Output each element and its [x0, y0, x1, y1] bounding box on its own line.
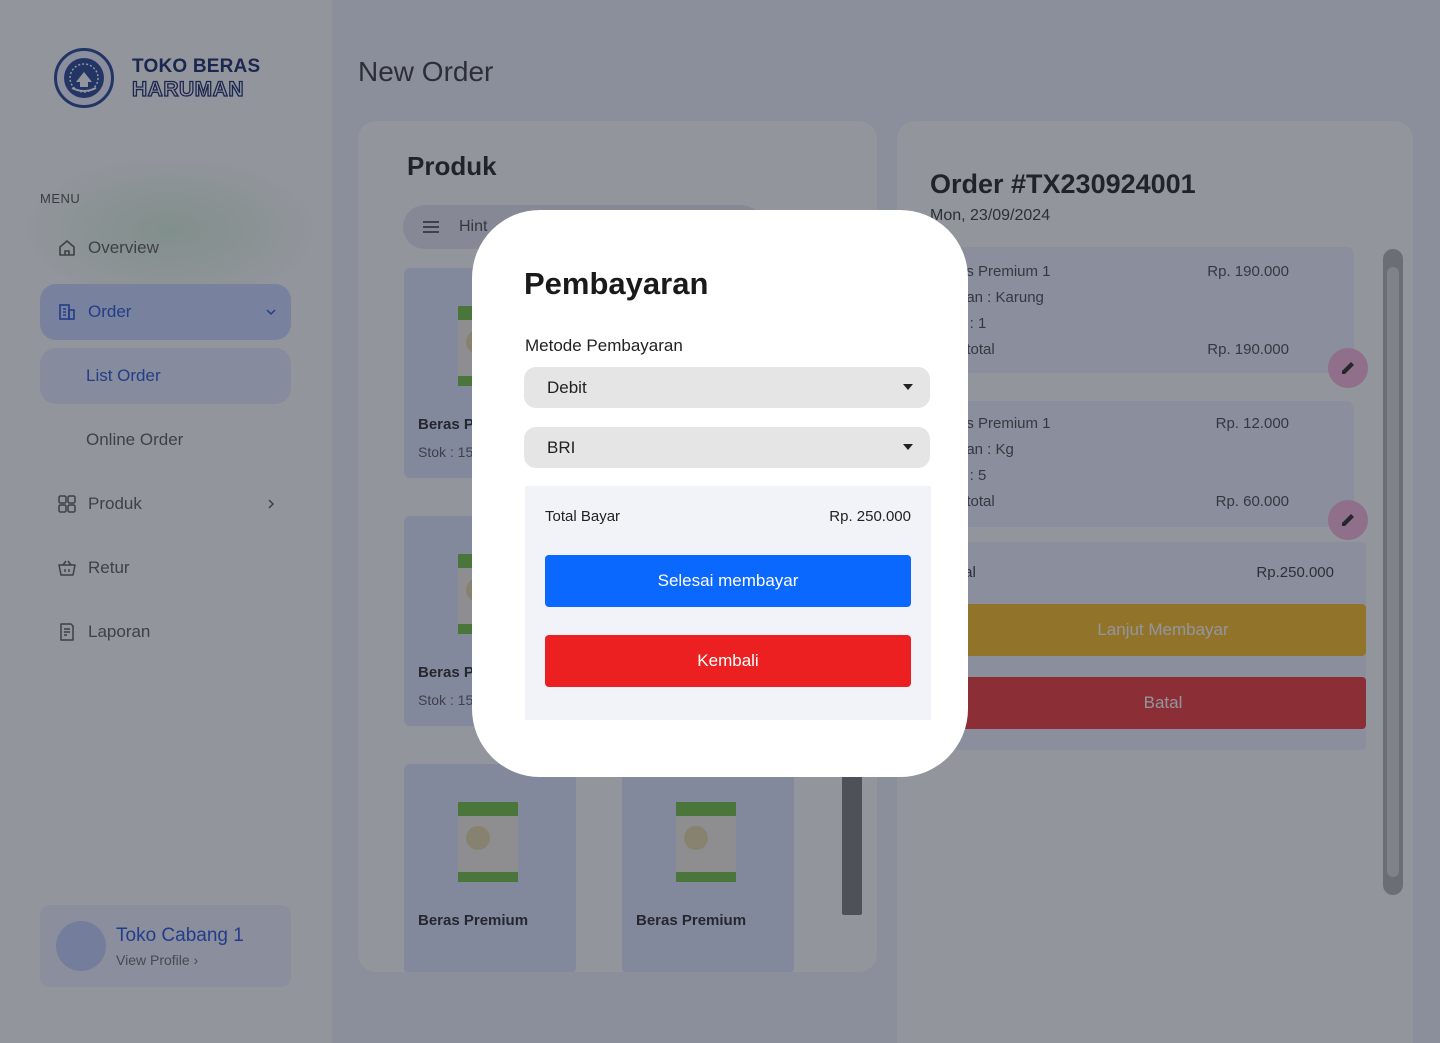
- caret-down-icon: [903, 384, 913, 390]
- total-bayar-label: Total Bayar: [545, 508, 621, 525]
- back-button[interactable]: Kembali: [545, 635, 911, 687]
- payment-method-select[interactable]: Debit: [524, 367, 930, 408]
- bank-value: BRI: [547, 437, 576, 457]
- payment-modal: Pembayaran Metode Pembayaran Debit BRI T…: [472, 210, 968, 777]
- payment-summary: Total Bayar Rp. 250.000 Selesai membayar…: [525, 486, 931, 720]
- payment-method-value: Debit: [547, 377, 587, 397]
- finish-payment-button[interactable]: Selesai membayar: [545, 555, 911, 607]
- modal-title: Pembayaran: [524, 266, 709, 301]
- bank-select[interactable]: BRI: [524, 427, 930, 468]
- caret-down-icon: [903, 444, 913, 450]
- payment-method-label: Metode Pembayaran: [525, 336, 683, 355]
- total-bayar-value: Rp. 250.000: [829, 508, 911, 525]
